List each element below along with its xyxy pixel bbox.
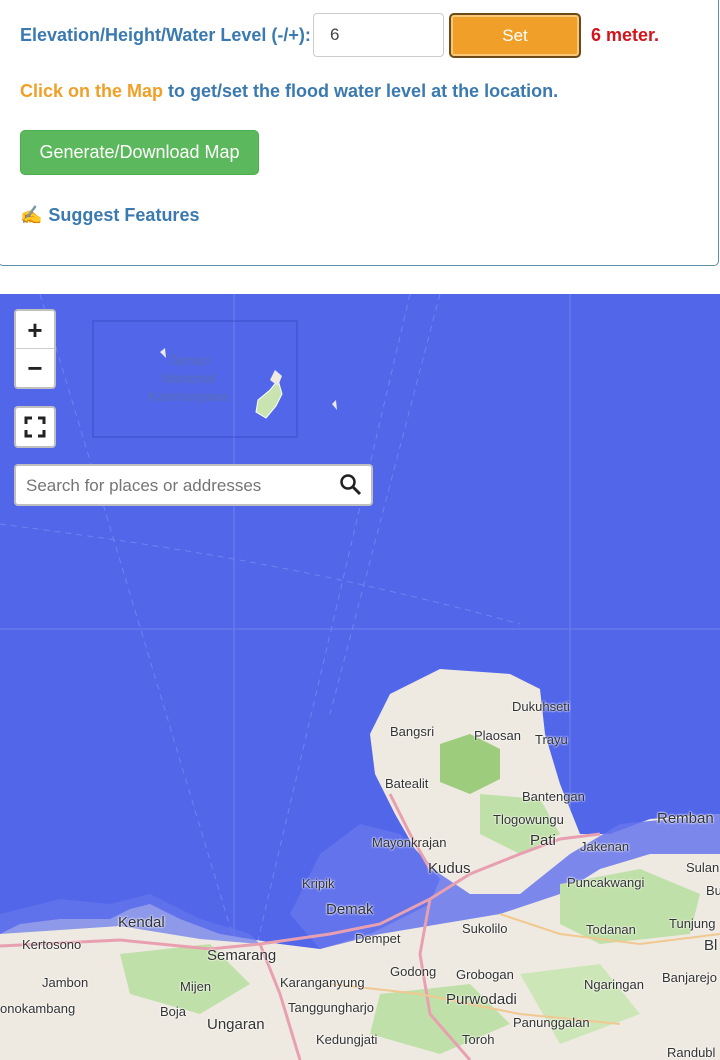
- place-label: Tunjung: [669, 916, 716, 931]
- park-label-line: Nasional: [161, 370, 216, 386]
- place-label: Godong: [390, 964, 437, 979]
- zoom-in-button[interactable]: +: [16, 311, 54, 349]
- map-hint: Click on the Map to get/set the flood wa…: [20, 79, 558, 103]
- set-button[interactable]: Set: [449, 13, 581, 58]
- place-label: Bantengan: [522, 789, 585, 804]
- place-label: Panunggalan: [513, 1015, 590, 1030]
- place-label: Kertosono: [22, 937, 82, 952]
- place-label: Remban: [657, 810, 714, 827]
- water-level-readout: 6 meter.: [591, 25, 660, 45]
- place-label: Mijen: [180, 979, 212, 994]
- place-label: Tlogowungu: [493, 812, 564, 827]
- place-label: Demak: [326, 901, 374, 918]
- place-label: Bu: [706, 883, 720, 898]
- place-label: Kudus: [428, 860, 471, 877]
- place-label: Kripik: [302, 876, 335, 891]
- elevation-input[interactable]: [313, 13, 444, 57]
- zoom-control: + −: [14, 309, 56, 389]
- place-label: Jakenan: [580, 839, 630, 854]
- place-search-box: [14, 464, 373, 506]
- generate-download-map-button[interactable]: Generate/Download Map: [20, 130, 259, 175]
- suggest-features-link[interactable]: ✍ Suggest Features: [20, 203, 199, 227]
- place-label: Batealit: [385, 776, 429, 791]
- place-label: Randubl: [667, 1045, 716, 1060]
- place-label: Tanggungharjo: [288, 1000, 375, 1015]
- place-label: Puncakwangi: [567, 875, 645, 890]
- place-label: Jambon: [42, 975, 89, 990]
- map-hint-link[interactable]: Click on the Map: [20, 81, 163, 101]
- place-label: Semarang: [207, 947, 277, 964]
- place-label: Purwodadi: [446, 991, 517, 1008]
- fullscreen-icon: [24, 416, 46, 438]
- place-label: Toroh: [462, 1032, 495, 1047]
- place-label: Kedungjati: [316, 1032, 378, 1047]
- suggest-features-label: Suggest Features: [48, 205, 200, 225]
- national-park-label: Taman Nasional Karimunjawa: [148, 351, 229, 405]
- place-label: Mayonkrajan: [372, 835, 447, 850]
- place-label: Bl: [704, 937, 718, 954]
- park-label-line: Karimunjawa: [148, 388, 229, 404]
- map-hint-text: to get/set the flood water level at the …: [163, 81, 559, 101]
- place-label: Bangsri: [390, 724, 435, 739]
- zoom-out-button[interactable]: −: [16, 349, 54, 387]
- place-label: Karanganyung: [280, 975, 365, 990]
- place-label: Ngaringan: [584, 977, 644, 992]
- place-label: Pati: [530, 832, 556, 849]
- place-label: Kendal: [118, 914, 165, 931]
- place-label: Dempet: [355, 931, 401, 946]
- elevation-label: Elevation/Height/Water Level (-/+):: [20, 25, 311, 45]
- fullscreen-button[interactable]: [14, 406, 56, 448]
- place-label: onokambang: [0, 1001, 76, 1016]
- search-input[interactable]: [24, 472, 328, 500]
- place-label: Banjarejo: [662, 970, 717, 985]
- place-label: Ungaran: [207, 1016, 265, 1033]
- place-label: Plaosan: [474, 728, 521, 743]
- place-label: Trayu: [535, 732, 568, 747]
- place-label: Sukolilo: [462, 921, 508, 936]
- place-label: Todanan: [586, 922, 636, 937]
- writing-hand-icon: ✍: [20, 205, 43, 225]
- place-label: Boja: [160, 1004, 187, 1019]
- park-label-line: Taman: [167, 352, 210, 368]
- place-label: Sulan: [686, 860, 720, 875]
- place-label: Grobogan: [456, 967, 514, 982]
- flood-map[interactable]: + − Taman Nasional Karimunjawa Dukuhseti…: [0, 294, 720, 1060]
- search-icon[interactable]: [339, 473, 363, 497]
- control-panel: Elevation/Height/Water Level (-/+): Set …: [0, 0, 719, 266]
- place-label: Dukuhseti: [512, 699, 570, 714]
